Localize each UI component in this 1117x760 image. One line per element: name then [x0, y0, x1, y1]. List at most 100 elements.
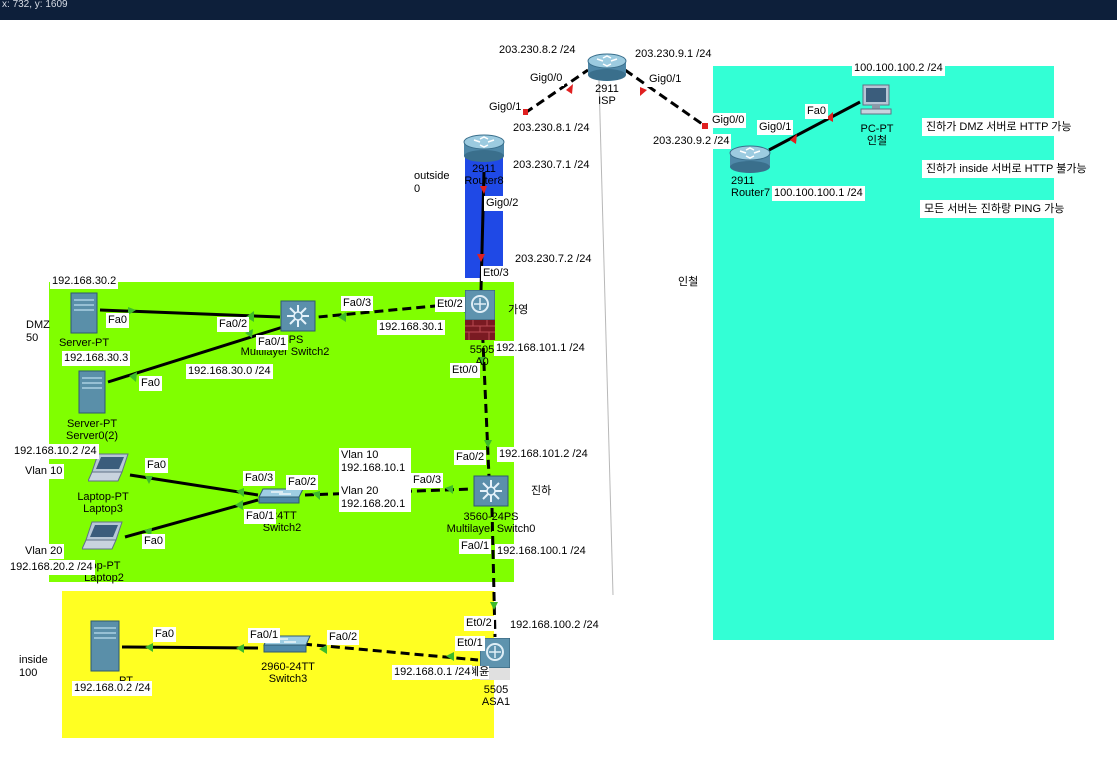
port-up-marker: [446, 652, 454, 661]
pc-icon: [860, 84, 892, 115]
port-label: Gig0/2: [484, 196, 521, 211]
port-up-marker: [338, 312, 346, 322]
port-label: Et0/2: [464, 616, 494, 631]
port-label: Et0/0: [450, 363, 480, 378]
port-label: Fa0/1: [244, 509, 277, 524]
port-label: Fa0: [805, 104, 828, 119]
router-icon: [463, 134, 505, 162]
server-inside[interactable]: [90, 620, 120, 672]
port-label: Fa0: [139, 376, 162, 391]
workspace-canvas[interactable]: 2911 ISP 2911 Router8 2911 Router7 PC-PT 인철: [0, 20, 1117, 760]
vlan-interface-box: Vlan 10 192.168.10.1 Vlan 20 192.168.20.…: [339, 448, 411, 512]
zone-dmz-label: DMZ 50: [26, 319, 50, 344]
note-http-dmz[interactable]: 진하가 DMZ 서버로 HTTP 가능: [922, 118, 1076, 136]
port-label: Fa0: [153, 627, 176, 642]
port-label: Fa0/2: [286, 475, 319, 490]
multilayer-switch-icon: [280, 300, 316, 332]
ip-label: 203.230.8.1 /24: [511, 121, 592, 136]
firewall-asa0[interactable]: [465, 290, 495, 342]
pc-label: PC-PT 인철: [860, 123, 894, 147]
port-label: Fa0/1: [248, 628, 281, 643]
ip-label: 192.168.20.2 /24: [8, 560, 95, 575]
ip-label: 192.168.30.0 /24: [186, 364, 273, 379]
port-down-marker: [477, 254, 485, 262]
router-isp[interactable]: [587, 52, 627, 82]
port-label: Gig0/0: [528, 71, 565, 86]
port-up-marker: [490, 602, 498, 610]
router-router8[interactable]: [463, 132, 505, 164]
port-label: Fa0/3: [341, 296, 374, 311]
mls0-tag: 진하: [531, 485, 552, 497]
mls0-label: 3560-24PS Multilayer Switch0: [446, 511, 536, 535]
port-label: Fa0: [145, 458, 168, 473]
router-icon: [587, 53, 627, 81]
ip-label: 203.230.9.1 /24: [633, 47, 714, 62]
multilayer-switch0[interactable]: [473, 475, 509, 507]
multilayer-switch-icon: [473, 475, 509, 507]
server-dmz2[interactable]: [78, 370, 106, 414]
laptop-icon: [82, 521, 123, 550]
port-label: Fa0/1: [256, 335, 289, 350]
note-ping[interactable]: 모든 서버는 진하랑 PING 가능: [920, 200, 1069, 218]
port-down-marker: [480, 186, 487, 194]
firewall-icon: [465, 290, 495, 340]
pc-inchul[interactable]: [859, 84, 893, 116]
port-label: Et0/1: [455, 636, 485, 651]
asa1-label: 5505 ASA1: [481, 684, 511, 708]
zone-outside-label: outside 0: [414, 170, 450, 195]
server-icon: [70, 292, 98, 334]
multilayer-switch2[interactable]: [280, 300, 316, 332]
ip-label: 203.230.7.2 /24: [513, 252, 594, 267]
server-dmz1[interactable]: [70, 292, 98, 334]
port-label: Fa0/2: [217, 317, 250, 332]
ip-label: 192.168.30.1: [377, 320, 446, 335]
port-up-marker: [235, 500, 243, 510]
ip-label: 192.168.0.1 /24: [392, 665, 473, 680]
port-label: Et0/3: [481, 266, 511, 281]
asa0-tag: 가영: [508, 304, 529, 316]
port-label: Fa0: [142, 534, 165, 549]
ip-label: 192.168.100.1 /24: [495, 544, 588, 559]
port-label: Gig0/1: [757, 120, 794, 135]
server-icon: [78, 370, 106, 414]
port-label: Fa0/1: [459, 539, 492, 554]
ip-label: 100.100.100.1 /24: [772, 186, 865, 201]
port-up-marker: [145, 476, 153, 484]
ip-label: 192.168.30.2: [50, 274, 119, 289]
switch2[interactable]: [257, 488, 305, 504]
separator-line: [598, 79, 614, 596]
port-label: Gig0/1: [487, 100, 524, 115]
status-bar: x: 732, y: 1609: [0, 0, 1117, 20]
ip-label: 192.168.100.2 /24: [508, 618, 601, 633]
port-label: Fa0/3: [243, 471, 276, 486]
laptop2[interactable]: [82, 521, 124, 551]
port-up-marker: [145, 643, 153, 652]
port-up-marker: [236, 644, 244, 653]
note-http-inside[interactable]: 진하가 inside 서버로 HTTP 불가능: [922, 160, 1091, 178]
ip-label: 100.100.100.2 /24: [852, 61, 945, 76]
port-down-marker: [702, 123, 708, 129]
port-label: Et0/2: [435, 297, 465, 312]
port-down-marker: [640, 87, 647, 96]
router-router7[interactable]: [729, 143, 771, 175]
ip-label: 192.168.0.2 /24: [72, 681, 153, 696]
isp-label: 2911 ISP: [595, 83, 619, 107]
ip-label: 203.230.8.2 /24: [497, 43, 578, 58]
ip-label: 203.230.7.1 /24: [511, 158, 592, 173]
coordinate-readout: x: 732, y: 1609: [2, 0, 68, 10]
router8-label: 2911 Router8: [464, 163, 504, 187]
port-label: Fa0/3: [411, 473, 444, 488]
server-dmz2-label: Server-PT Server0(2): [66, 418, 118, 442]
port-label: Fa0: [106, 313, 129, 328]
port-up-marker: [484, 440, 492, 448]
ip-label: 192.168.101.1 /24: [494, 341, 587, 356]
zone-inside-label: inside 100: [19, 654, 48, 679]
vlan-label: Vlan 20: [23, 544, 65, 559]
server-dmz1-label: Server-PT: [58, 337, 110, 349]
laptop3-label: Laptop-PT Laptop3: [77, 491, 129, 515]
switch3-label: 2960-24TT Switch3: [261, 661, 315, 685]
port-label: Gig0/0: [710, 113, 747, 128]
server-icon: [90, 620, 120, 672]
router-icon: [729, 145, 771, 173]
switch-icon: [258, 488, 304, 504]
